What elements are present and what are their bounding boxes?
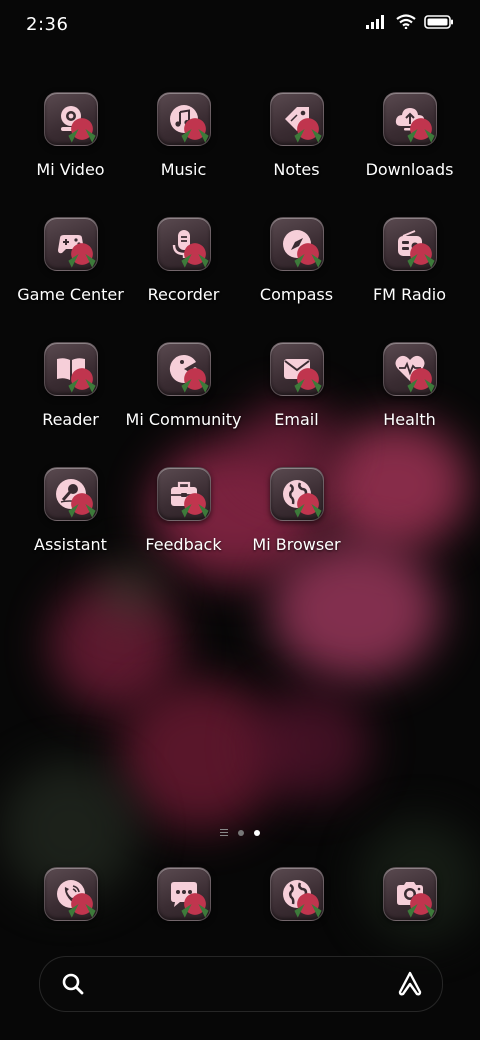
app-label: Reader [42, 410, 99, 429]
page-dot-active[interactable] [254, 829, 260, 836]
app-tile[interactable] [43, 92, 98, 146]
app-reader[interactable]: Reader [14, 342, 127, 467]
signal-icon [366, 14, 384, 29]
app-label: Feedback [145, 535, 222, 554]
app-tile[interactable] [156, 467, 211, 521]
app-mi-video[interactable]: Mi Video [14, 92, 127, 217]
app-label: Health [383, 410, 436, 429]
app-tile[interactable] [382, 342, 437, 396]
status-time: 2:36 [26, 14, 69, 35]
app-fm-radio[interactable]: FM Radio [353, 217, 466, 342]
app-health[interactable]: Health [353, 342, 466, 467]
app-downloads[interactable]: Downloads [353, 92, 466, 217]
app-label: Assistant [34, 535, 107, 554]
app-tile[interactable] [269, 342, 324, 396]
app-tile[interactable] [382, 92, 437, 146]
app-tile[interactable] [43, 342, 98, 396]
app-tile[interactable] [269, 217, 324, 271]
app-tile[interactable] [156, 92, 211, 146]
app-grid: Mi Video Music Notes Downloads Game Cent… [14, 92, 466, 592]
app-tile[interactable] [269, 867, 324, 921]
rose-badge-icon [406, 243, 435, 268]
app-list-indicator-icon[interactable] [220, 829, 228, 836]
rose-badge-icon [293, 493, 322, 518]
assistant-shortcut-icon[interactable] [396, 970, 424, 998]
app-tile[interactable] [269, 92, 324, 146]
page-dot[interactable] [238, 829, 244, 836]
rose-badge-icon [406, 368, 435, 393]
app-label: Music [160, 160, 207, 179]
dock-camera[interactable] [353, 867, 466, 921]
rose-badge-icon [67, 368, 96, 393]
app-tile[interactable] [156, 867, 211, 921]
search-icon[interactable] [60, 971, 86, 997]
rose-badge-icon [67, 893, 96, 918]
rose-badge-icon [180, 118, 209, 143]
rose-badge-icon [180, 493, 209, 518]
rose-badge-icon [180, 893, 209, 918]
app-tile[interactable] [43, 867, 98, 921]
rose-badge-icon [293, 118, 322, 143]
rose-badge-icon [293, 243, 322, 268]
wifi-icon [396, 14, 416, 29]
rose-badge-icon [180, 368, 209, 393]
app-label: Email [274, 410, 319, 429]
rose-badge-icon [67, 493, 96, 518]
rose-badge-icon [406, 118, 435, 143]
rose-badge-icon [406, 893, 435, 918]
app-label: Recorder [147, 285, 220, 304]
app-label: Mi Video [36, 160, 105, 179]
app-tile[interactable] [156, 342, 211, 396]
app-label: Mi Community [125, 410, 242, 429]
dock [14, 867, 466, 921]
dock-browser[interactable] [240, 867, 353, 921]
app-tile[interactable] [382, 217, 437, 271]
app-mi-browser[interactable]: Mi Browser [240, 467, 353, 592]
dock-phone[interactable] [14, 867, 127, 921]
app-email[interactable]: Email [240, 342, 353, 467]
app-feedback[interactable]: Feedback [127, 467, 240, 592]
app-music[interactable]: Music [127, 92, 240, 217]
rose-badge-icon [67, 243, 96, 268]
app-label: Compass [259, 285, 334, 304]
app-label: Mi Browser [252, 535, 341, 554]
app-tile[interactable] [43, 467, 98, 521]
dock-messages[interactable] [127, 867, 240, 921]
app-tile[interactable] [269, 467, 324, 521]
app-label: Notes [273, 160, 320, 179]
page-indicator[interactable] [0, 829, 480, 836]
battery-icon [424, 14, 453, 29]
app-assistant[interactable]: Assistant [14, 467, 127, 592]
app-compass[interactable]: Compass [240, 217, 353, 342]
app-label: FM Radio [372, 285, 447, 304]
app-label: Downloads [365, 160, 454, 179]
app-tile[interactable] [382, 867, 437, 921]
app-label: Game Center [17, 285, 124, 304]
app-notes[interactable]: Notes [240, 92, 353, 217]
rose-badge-icon [293, 893, 322, 918]
status-bar: 2:36 [0, 0, 480, 50]
rose-badge-icon [180, 243, 209, 268]
app-mi-community[interactable]: Mi Community [125, 342, 242, 467]
rose-badge-icon [67, 118, 96, 143]
app-tile[interactable] [156, 217, 211, 271]
app-game-center[interactable]: Game Center [14, 217, 127, 342]
app-recorder[interactable]: Recorder [127, 217, 240, 342]
rose-badge-icon [293, 368, 322, 393]
search-bar[interactable] [39, 956, 443, 1012]
app-tile[interactable] [43, 217, 98, 271]
